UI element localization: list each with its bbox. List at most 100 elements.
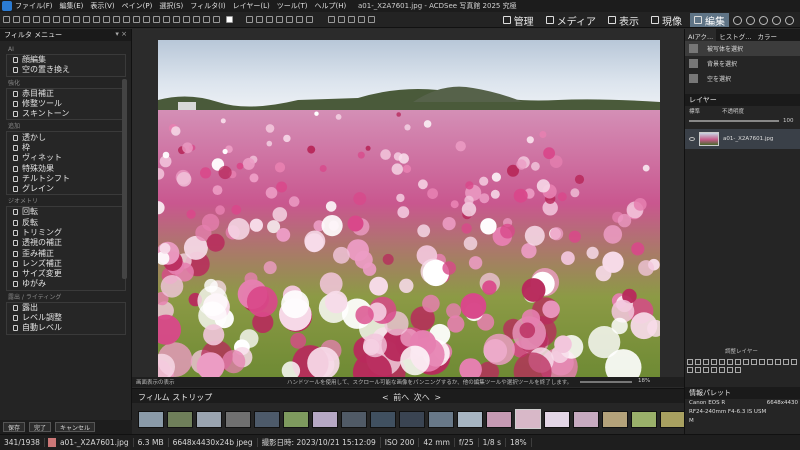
mode-view[interactable]: 表示 [604,13,643,28]
film-thumbnail[interactable] [167,411,193,428]
film-thumbnail[interactable] [138,411,164,428]
film-thumbnail[interactable] [515,409,541,429]
film-strip-nav[interactable]: < 前へ 次へ > [382,392,441,403]
select-subject-button[interactable]: 被写体を選択 [685,41,800,56]
eraser-tool-icon[interactable] [43,16,50,23]
edited-photo[interactable] [158,40,660,377]
line-tool-icon[interactable] [203,16,210,23]
gradient-tool-icon[interactable] [93,16,100,23]
dodge-tool-icon[interactable] [133,16,140,23]
fit-view-icon[interactable] [306,16,313,23]
menu-tools[interactable]: ツール(T) [277,1,308,11]
tab-histogram[interactable]: ヒストグ... [716,29,754,41]
filter-lens-correction[interactable]: レンズ補正 [7,259,125,269]
select-tool-icon[interactable] [3,16,10,23]
posterize-icon[interactable] [751,359,757,365]
zoom-slider[interactable] [580,381,632,383]
film-thumbnail[interactable] [225,411,251,428]
fx-icon[interactable] [727,367,733,373]
exposure-adj-icon[interactable] [727,359,733,365]
add-layer-icon[interactable] [687,367,693,373]
settings-icon[interactable] [785,15,794,25]
filter-red-eye[interactable]: 赤目補正 [7,89,125,99]
blend-mode-select[interactable]: 標準 [689,107,700,115]
snap-icon[interactable] [358,16,365,23]
split-tone-icon[interactable] [791,359,797,365]
tab-color[interactable]: カラー [754,29,780,41]
lasso-tool-icon[interactable] [53,16,60,23]
filter-exposure[interactable]: 露出 [7,303,125,313]
film-thumbnail[interactable] [544,411,570,428]
tone-icon[interactable] [783,359,789,365]
menu-pane[interactable]: ペイン(P) [122,1,153,11]
film-thumbnail[interactable] [312,411,338,428]
compare-icon[interactable] [286,16,293,23]
photo-filter-icon[interactable] [735,359,741,365]
menu-filter[interactable]: フィルタ(I) [190,1,225,11]
layer-item[interactable]: a01-_X2A7601.jpg [685,129,800,149]
sharpen-tool-icon[interactable] [173,16,180,23]
menu-help[interactable]: ヘルプ(H) [315,1,347,11]
film-thumbnail[interactable] [457,411,483,428]
zoom-display-label[interactable]: 画面表示の表示 [136,378,175,386]
film-thumbnail[interactable] [341,411,367,428]
shape-tool-icon[interactable] [83,16,90,23]
history-icon[interactable] [266,16,273,23]
mask-icon[interactable] [703,367,709,373]
vibrance-icon[interactable] [775,359,781,365]
hand-tool-icon[interactable] [13,16,20,23]
film-thumbnail[interactable] [602,411,628,428]
mode-manage[interactable]: 管理 [499,13,538,28]
filter-vignette[interactable]: ヴィネット [7,153,125,163]
share-icon[interactable] [759,15,768,25]
image-canvas[interactable] [132,29,684,377]
filter-distortion[interactable]: 歪み補正 [7,248,125,258]
group-icon[interactable] [711,367,717,373]
panel-close-icon[interactable]: ▾ × [115,30,127,38]
hsl-icon[interactable] [703,359,709,365]
split-view-icon[interactable] [296,16,303,23]
filter-list-scrollbar[interactable] [122,79,127,279]
filter-tilt-shift[interactable]: チルトシフト [7,174,125,184]
filter-skin-tone[interactable]: スキントーン [7,109,125,119]
filter-watermark[interactable]: 透かし [7,132,125,142]
guide-icon[interactable] [348,16,355,23]
filter-levels[interactable]: レベル調整 [7,313,125,323]
delete-layer-icon[interactable] [735,367,741,373]
cancel-button[interactable]: キャンセル [55,422,96,432]
blur-tool-icon[interactable] [183,16,190,23]
filter-liquify[interactable]: ゆがみ [7,279,125,289]
filter-special-effects[interactable]: 特殊効果 [7,163,125,173]
reset-icon[interactable] [276,16,283,23]
film-thumbnail[interactable] [399,411,425,428]
visibility-eye-icon[interactable] [689,137,695,141]
filter-resize[interactable]: サイズ変更 [7,269,125,279]
filter-flip[interactable]: 反転 [7,218,125,228]
color-balance-icon[interactable] [719,359,725,365]
film-thumbnail[interactable] [631,411,657,428]
menu-file[interactable]: ファイル(F) [15,1,53,11]
clone-tool-icon[interactable] [113,16,120,23]
fill-tool-icon[interactable] [103,16,110,23]
threshold-icon[interactable] [759,359,765,365]
filter-crop[interactable]: トリミング [7,228,125,238]
heal-tool-icon[interactable] [123,16,130,23]
brush-tool-icon[interactable] [33,16,40,23]
filter-grain[interactable]: グレイン [7,184,125,194]
red-eye-tool-icon[interactable] [153,16,160,23]
select-background-button[interactable]: 背景を選択 [685,56,800,71]
done-button[interactable]: 完了 [29,422,52,432]
filter-auto-levels[interactable]: 自動レベル [7,323,125,333]
mode-develop[interactable]: 現像 [647,13,686,28]
select-sky-button[interactable]: 空を選択 [685,71,800,86]
color-swatch-icon[interactable] [226,16,233,23]
menu-select[interactable]: 選択(S) [159,1,183,11]
film-thumbnail[interactable] [428,411,454,428]
film-thumbnail[interactable] [370,411,396,428]
filter-sky-replace[interactable]: 空の置き換え [7,65,125,75]
invert-icon[interactable] [743,359,749,365]
filter-rotate[interactable]: 回転 [7,207,125,217]
film-thumbnail[interactable] [254,411,280,428]
redo-icon[interactable] [256,16,263,23]
film-thumbnail[interactable] [660,411,686,428]
